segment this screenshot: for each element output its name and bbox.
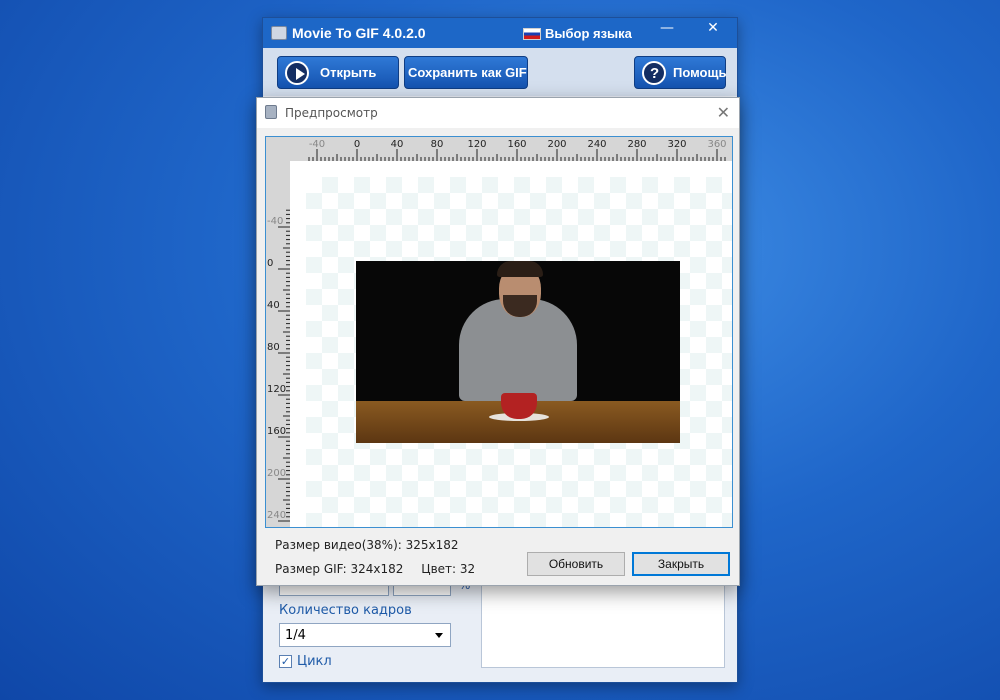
ruler-v-label: -40 bbox=[267, 216, 283, 227]
russian-flag-icon[interactable] bbox=[523, 28, 541, 40]
ruler-h-label: 320 bbox=[667, 139, 686, 150]
dialog-title: Предпросмотр bbox=[285, 106, 378, 120]
save-as-gif-button[interactable]: Сохранить как GIF bbox=[404, 56, 528, 89]
preview-panel bbox=[481, 578, 725, 668]
toolbar: Открыть Сохранить как GIF ? Помощь bbox=[263, 48, 737, 96]
ruler-v-label: 40 bbox=[267, 300, 280, 311]
film-strip-icon bbox=[271, 26, 287, 40]
loop-label[interactable]: Цикл bbox=[297, 654, 332, 669]
chevron-down-icon bbox=[435, 633, 443, 638]
settings-area: % Количество кадров 1/4 ✓ Цикл bbox=[263, 578, 737, 682]
frames-count-value: 1/4 bbox=[285, 628, 306, 643]
gif-info: Размер GIF: 324x182 Цвет: 32 bbox=[275, 562, 475, 576]
ruler-h-label: 200 bbox=[547, 139, 566, 150]
ruler-h-label: -40 bbox=[309, 139, 325, 150]
title-bar[interactable]: Movie To GIF 4.0.2.0 Выбор языка — ✕ bbox=[263, 18, 737, 48]
minimize-button[interactable]: — bbox=[644, 18, 690, 40]
transparent-canvas bbox=[306, 177, 732, 527]
frames-count-select[interactable]: 1/4 bbox=[279, 623, 451, 647]
help-icon: ? bbox=[642, 61, 666, 85]
ruler-h-label: 360 bbox=[707, 139, 726, 150]
ruler-h-label: 160 bbox=[507, 139, 526, 150]
ruler-h-label: 40 bbox=[391, 139, 404, 150]
frames-count-label: Количество кадров bbox=[279, 603, 412, 618]
ruler-v-label: 120 bbox=[267, 384, 286, 395]
loop-checkbox[interactable]: ✓ bbox=[279, 655, 292, 668]
canvas-margin bbox=[290, 161, 732, 527]
ruler-v-label: 240 bbox=[267, 510, 286, 521]
app-title: Movie To GIF 4.0.2.0 bbox=[292, 25, 426, 41]
play-icon bbox=[285, 61, 309, 85]
ruler-h-label: 80 bbox=[431, 139, 444, 150]
open-button[interactable]: Открыть bbox=[277, 56, 399, 89]
dialog-title-bar[interactable]: Предпросмотр ✕ bbox=[257, 98, 739, 128]
ruler-v-label: 0 bbox=[267, 258, 273, 269]
close-icon[interactable]: ✕ bbox=[717, 103, 730, 122]
ruler-h-label: 280 bbox=[627, 139, 646, 150]
film-strip-icon bbox=[265, 105, 277, 119]
close-icon: ✕ bbox=[707, 20, 719, 36]
preview-dialog: Предпросмотр ✕ -40 0 40 80 120 160 200 240 280 32… bbox=[256, 97, 740, 586]
ruler-h-label: 120 bbox=[467, 139, 486, 150]
ruler-v-label: 160 bbox=[267, 426, 286, 437]
language-select-link[interactable]: Выбор языка bbox=[545, 26, 632, 41]
ruler-h-label: 0 bbox=[354, 139, 360, 150]
ruler-v-label: 200 bbox=[267, 468, 286, 479]
gif-size-text: Размер GIF: 324x182 bbox=[275, 562, 404, 576]
ruler-h-label: 240 bbox=[587, 139, 606, 150]
refresh-button[interactable]: Обновить bbox=[527, 552, 625, 576]
ruler-v-label: 80 bbox=[267, 342, 280, 353]
colors-count-text: Цвет: 32 bbox=[421, 562, 476, 576]
help-button[interactable]: ? Помощь bbox=[634, 56, 726, 89]
close-button[interactable]: Закрыть bbox=[632, 552, 730, 576]
minimize-icon: — bbox=[660, 20, 674, 36]
preview-canvas-area[interactable]: -40 0 40 80 120 160 200 240 280 320 360 -40 0 40 80 120… bbox=[265, 136, 733, 528]
video-frame bbox=[356, 261, 680, 443]
close-window-button[interactable]: ✕ bbox=[690, 18, 736, 40]
video-size-text: Размер видео(38%): 325x182 bbox=[275, 538, 459, 552]
